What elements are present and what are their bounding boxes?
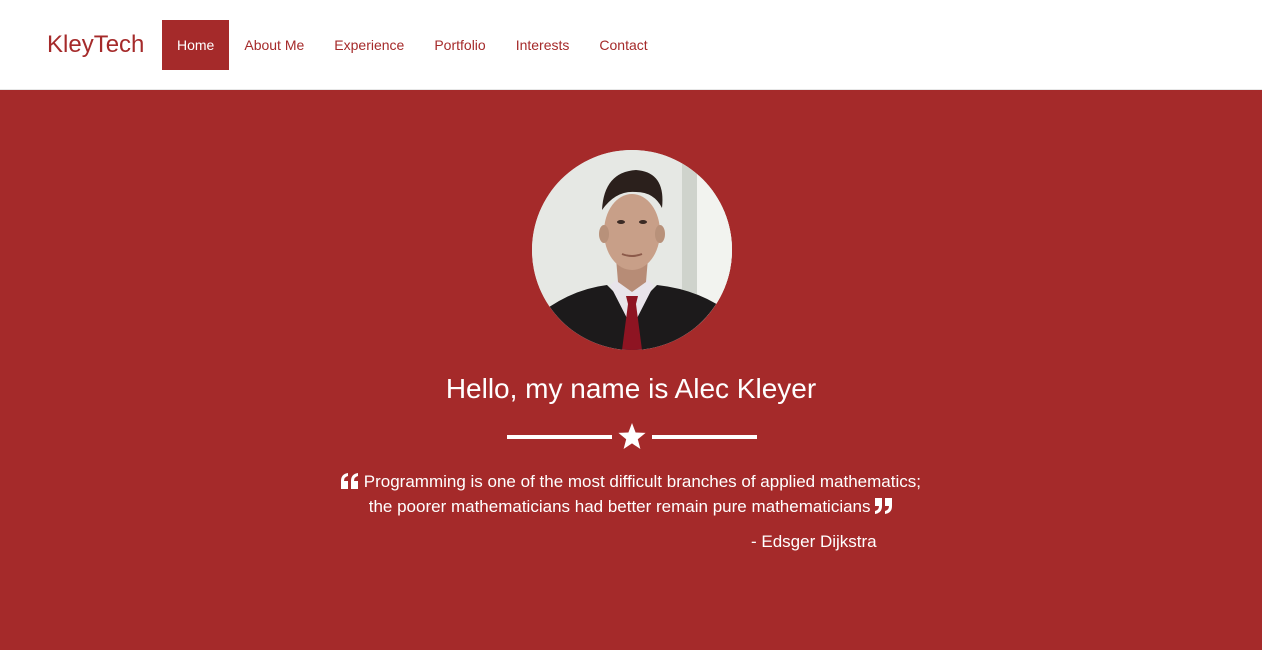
divider-line-left: [507, 435, 612, 439]
divider-line-right: [652, 435, 757, 439]
nav-item-contact: Contact: [584, 20, 662, 70]
profile-photo: [532, 150, 732, 350]
star-divider: [507, 420, 757, 454]
quote-line-2: the poorer mathematicians had better rem…: [368, 497, 871, 516]
nav-item-about-me: About Me: [229, 20, 319, 70]
nav-link-portfolio[interactable]: Portfolio: [419, 20, 500, 70]
nav-link-interests[interactable]: Interests: [501, 20, 585, 70]
quote-text: Programming is one of the most difficult…: [0, 469, 1262, 519]
nav-link-home[interactable]: Home: [162, 20, 230, 70]
profile-photo-drawing: [532, 150, 732, 350]
nav-item-experience: Experience: [319, 20, 419, 70]
star-icon: [618, 423, 646, 449]
nav-link-contact[interactable]: Contact: [584, 20, 662, 70]
navbar: KleyTech Home About Me Experience Portfo…: [0, 0, 1262, 90]
nav-menu: Home About Me Experience Portfolio Inter…: [162, 20, 663, 70]
nav-link-about-me[interactable]: About Me: [229, 20, 319, 70]
nav-item-interests: Interests: [501, 20, 585, 70]
quote-line-1: Programming is one of the most difficult…: [363, 472, 921, 491]
hero-headline: Hello, my name is Alec Kleyer: [445, 373, 817, 404]
brand-logo-link[interactable]: KleyTech: [47, 30, 144, 60]
quote-right-icon: [875, 498, 893, 514]
nav-item-home: Home: [162, 20, 230, 70]
quote-author: - Edsger Dijkstra: [751, 532, 877, 551]
nav-link-experience[interactable]: Experience: [319, 20, 419, 70]
quote-left-icon: [341, 473, 359, 489]
hero-section: Hello, my name is Alec Kleyer Programmin…: [0, 90, 1262, 650]
nav-item-portfolio: Portfolio: [419, 20, 500, 70]
